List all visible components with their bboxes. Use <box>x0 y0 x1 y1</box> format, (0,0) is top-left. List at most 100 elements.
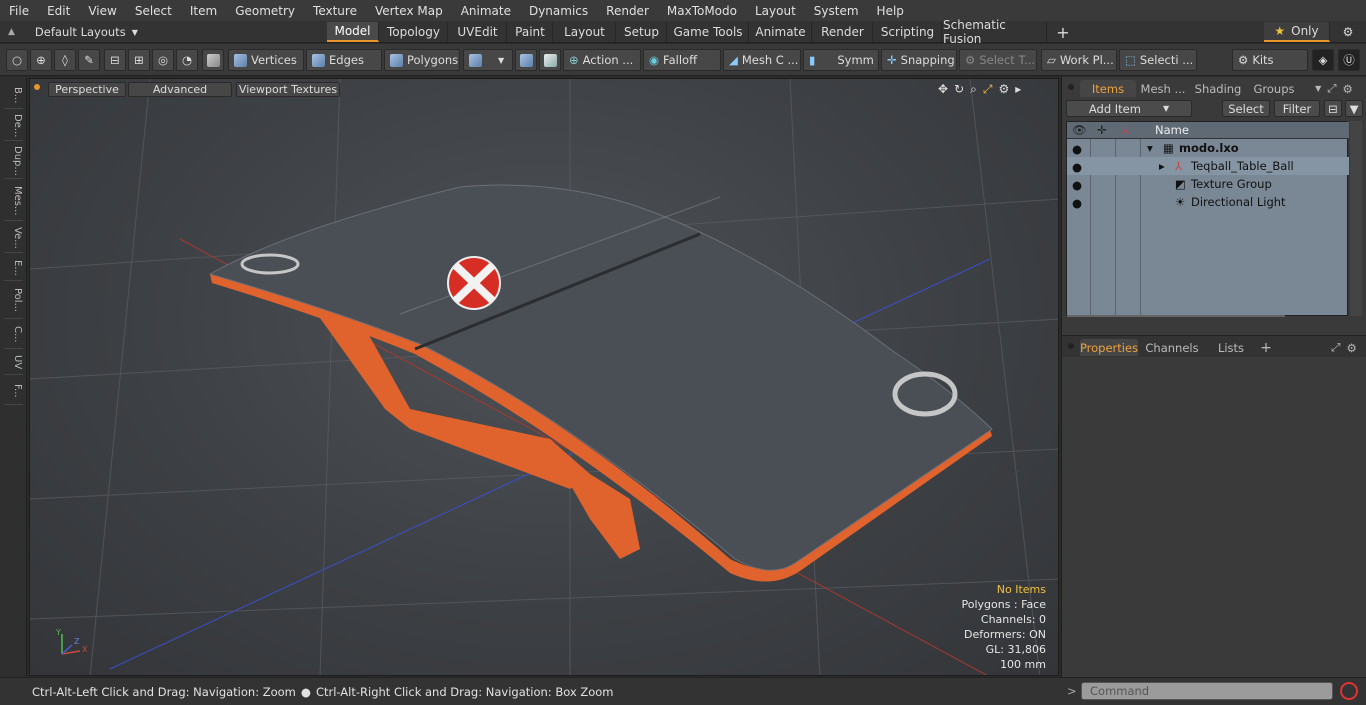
zoom-view-icon[interactable]: ⌕ <box>970 82 977 97</box>
menu-vertex-map[interactable]: Vertex Map <box>366 4 452 18</box>
lasso-icon[interactable]: ◊ <box>54 49 76 71</box>
add-item-button[interactable]: Add Item ▼ <box>1066 100 1192 117</box>
3d-viewport[interactable]: Perspective Advanced Viewport Textures ✥… <box>29 78 1059 676</box>
select-through-button[interactable]: ⚙ Select T... <box>959 49 1037 71</box>
material-mode-button[interactable]: ▼ <box>463 49 513 71</box>
panel-gear-icon[interactable]: ⚙ <box>1346 341 1356 355</box>
selection-sets-button[interactable]: ⬚ Selecti ... <box>1119 49 1197 71</box>
menu-select[interactable]: Select <box>126 4 181 18</box>
tab-model[interactable]: Model <box>327 22 379 42</box>
menu-layout[interactable]: Layout <box>746 4 805 18</box>
paint-select-icon[interactable]: ✎ <box>78 49 100 71</box>
expand-arrow-icon[interactable]: ▸ <box>1159 159 1165 173</box>
eye-icon[interactable]: ● <box>1072 178 1084 192</box>
kits-button[interactable]: ⚙ Kits <box>1232 49 1308 71</box>
tab-uvedit[interactable]: UVEdit <box>449 22 507 42</box>
item-row-scene[interactable]: ● ▾ ▦ modo.lxo <box>1067 139 1349 157</box>
tab-shading[interactable]: Shading <box>1190 80 1246 97</box>
frame-icon[interactable]: ◎ <box>152 49 174 71</box>
add-tab-icon[interactable]: + <box>1052 22 1074 42</box>
funnel-icon[interactable]: ▼ <box>1345 100 1363 117</box>
unreal-icon[interactable]: Ⓤ <box>1338 49 1360 71</box>
menu-geometry[interactable]: Geometry <box>226 4 304 18</box>
tab-schematic-fusion[interactable]: Schematic Fusion <box>943 18 1047 46</box>
tab-animate[interactable]: Animate <box>750 22 812 42</box>
menu-file[interactable]: File <box>0 4 38 18</box>
vertices-button[interactable]: Vertices <box>228 49 304 71</box>
eye-icon[interactable]: ● <box>1072 160 1084 174</box>
vtab-basic[interactable]: B... <box>4 83 23 109</box>
tab-setup[interactable]: Setup <box>617 22 667 42</box>
globe-icon[interactable]: ⊕ <box>30 49 52 71</box>
tab-properties[interactable]: Properties <box>1080 339 1138 356</box>
panel-expand-icon[interactable]: ⤢ <box>1327 81 1336 96</box>
pie-icon[interactable]: ◔ <box>176 49 198 71</box>
tab-lists[interactable]: Lists <box>1206 339 1256 356</box>
center-icon[interactable]: ⊞ <box>128 49 150 71</box>
vtab-deform[interactable]: De... <box>4 111 23 141</box>
menu-animate[interactable]: Animate <box>452 4 520 18</box>
eye-icon[interactable]: ● <box>1072 142 1084 156</box>
layout-selector[interactable]: ▲ Default Layouts ▼ <box>8 21 138 43</box>
vtab-mesh-edit[interactable]: Mes... <box>4 181 23 221</box>
tab-topology[interactable]: Topology <box>380 22 448 42</box>
select-button[interactable]: Select <box>1222 100 1270 117</box>
mesh-constraints-button[interactable]: ◢ Mesh C ... <box>723 49 801 71</box>
menu-render[interactable]: Render <box>597 4 658 18</box>
viewport-gear-icon[interactable]: ⚙ <box>998 82 1009 97</box>
item-row-mesh[interactable]: ● ▸ ⅄ Teqball_Table_Ball <box>1067 157 1349 175</box>
vtab-duplicate[interactable]: Dup... <box>4 143 23 179</box>
menu-help[interactable]: Help <box>868 4 913 18</box>
panel-gear-icon[interactable]: ⚙ <box>1343 82 1353 96</box>
horizontal-scrollbar[interactable] <box>1067 315 1285 317</box>
menu-texture[interactable]: Texture <box>304 4 366 18</box>
edges-button[interactable]: Edges <box>306 49 382 71</box>
item-mode-icon[interactable] <box>202 49 224 71</box>
tab-paint[interactable]: Paint <box>508 22 553 42</box>
menu-dynamics[interactable]: Dynamics <box>520 4 597 18</box>
vtab-uv[interactable]: UV <box>4 351 23 375</box>
move-view-icon[interactable]: ✥ <box>938 82 948 97</box>
vtab-vertex[interactable]: Ve... <box>4 223 23 253</box>
vtab-fusion[interactable]: F... <box>4 377 23 405</box>
maximize-icon[interactable]: ⤢ <box>983 82 993 97</box>
symmetry-button[interactable]: ▮ Symm ... <box>803 49 879 71</box>
auto-select-icon[interactable] <box>539 49 561 71</box>
item-row-texture-group[interactable]: ● ◩ Texture Group <box>1067 175 1349 193</box>
align-icon[interactable]: ⊟ <box>104 49 126 71</box>
tab-render[interactable]: Render <box>813 22 873 42</box>
vtab-curve[interactable]: C... <box>4 321 23 349</box>
play-icon[interactable]: ▸ <box>1015 82 1021 97</box>
gear-icon[interactable]: ⚙ <box>1336 22 1360 42</box>
only-toggle[interactable]: ★ Only <box>1264 22 1330 42</box>
menu-item[interactable]: Item <box>181 4 226 18</box>
snapping-button[interactable]: ✛ Snapping <box>881 49 957 71</box>
panel-expand-icon[interactable]: ⤢ <box>1331 340 1340 355</box>
tab-mesh[interactable]: Mesh ... <box>1138 80 1188 97</box>
vtab-edge[interactable]: E... <box>4 255 23 281</box>
menu-view[interactable]: View <box>79 4 125 18</box>
advanced-button[interactable]: Advanced <box>128 82 232 97</box>
rotate-view-icon[interactable]: ↻ <box>954 82 964 97</box>
filter-button[interactable]: Filter <box>1274 100 1320 117</box>
expand-arrow-icon[interactable]: ▾ <box>1147 141 1153 155</box>
tab-scripting[interactable]: Scripting <box>874 22 942 42</box>
menu-maxtomodo[interactable]: MaxToModo <box>658 4 746 18</box>
collapse-icon[interactable]: ⊟ <box>1324 100 1342 117</box>
tab-layout[interactable]: Layout <box>554 22 616 42</box>
action-center-button[interactable]: ⊕ Action ... <box>563 49 641 71</box>
tab-groups[interactable]: Groups <box>1248 80 1300 97</box>
menu-system[interactable]: System <box>805 4 868 18</box>
eye-icon[interactable]: ● <box>1072 196 1084 210</box>
select-circle-icon[interactable]: ○ <box>6 49 28 71</box>
polygons-button[interactable]: Polygons <box>384 49 460 71</box>
item-row-light[interactable]: ● ☀ Directional Light <box>1067 193 1349 211</box>
perspective-button[interactable]: Perspective <box>48 82 126 97</box>
record-icon[interactable] <box>1340 682 1358 700</box>
symmetry-toggle-icon[interactable] <box>515 49 537 71</box>
vertical-scrollbar[interactable] <box>1350 121 1362 316</box>
add-tab-icon[interactable]: + <box>1258 339 1274 356</box>
tab-channels[interactable]: Channels <box>1142 339 1202 356</box>
falloff-button[interactable]: ◉ Falloff <box>643 49 721 71</box>
menu-edit[interactable]: Edit <box>38 4 79 18</box>
